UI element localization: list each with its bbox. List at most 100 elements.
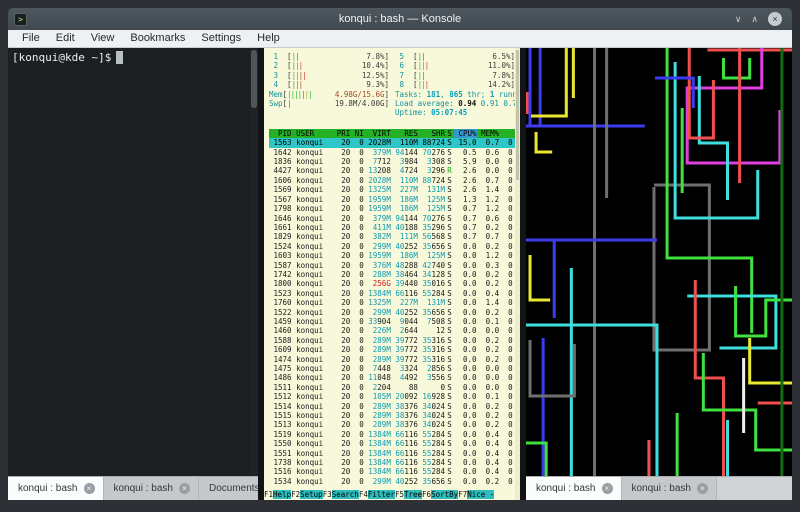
tasks-line: Tasks: 181, 865 thr; 1 runni <box>395 90 515 99</box>
htop-process-table: PIDUSERPRINIVIRTRESSHRSCPU%MEM%1563konqu… <box>269 129 520 486</box>
process-row[interactable]: 1588konqui200289M3977235316S0.00.20 <box>269 336 520 345</box>
window-title: konqui : bash — Konsole <box>8 13 792 25</box>
cpu-meter: 5 [||6.5%] <box>395 52 515 61</box>
split-view: [konqui@kde ~]$ konqui : bash×konqui : b… <box>8 48 792 500</box>
process-row[interactable]: 1523konqui2001384M6611655284S0.00.40 <box>269 289 520 298</box>
process-row[interactable]: 1606konqui2002028M110M88724S2.60.70 <box>269 176 520 185</box>
process-row[interactable]: 1519konqui2001384M6611655284S0.00.40 <box>269 430 520 439</box>
tab-bar-left: konqui : bash × konqui : bash × Documents : … <box>8 476 258 500</box>
cpu-meter: 3 [||||12.5%] <box>269 71 389 80</box>
process-row[interactable]: 1569konqui2001325M227M131MS2.61.40 <box>269 185 520 194</box>
konsole-window: > konqui : bash — Konsole ∨ ∧ × FileEdit… <box>8 8 792 500</box>
fkey-item[interactable]: F4Filter <box>359 490 395 500</box>
maximize-button[interactable]: ∧ <box>751 12 758 26</box>
process-row[interactable]: 1567konqui2001959M186M125MS1.31.20 <box>269 195 520 204</box>
menu-item-edit[interactable]: Edit <box>48 30 83 47</box>
process-row[interactable]: 1798konqui2001959M186M125MS0.71.20 <box>269 204 520 213</box>
pipes-animation <box>526 48 792 476</box>
menu-item-view[interactable]: View <box>83 30 123 47</box>
process-row[interactable]: 4427konqui2001320847243296R2.60.00 <box>269 166 520 175</box>
terminal-left[interactable]: [konqui@kde ~]$ <box>8 48 258 476</box>
tab-label: Documents : bash <box>209 483 258 494</box>
process-row[interactable]: 1551konqui2001384M6611655284S0.00.40 <box>269 449 520 458</box>
tab[interactable]: Documents : bash× <box>199 477 258 500</box>
process-row[interactable]: 1642konqui200379M9414470276S0.50.60 <box>269 148 520 157</box>
scrollbar-thumb[interactable] <box>516 50 519 180</box>
fkey-item[interactable]: F6SortBy <box>422 490 458 500</box>
process-row[interactable]: 1742konqui200288M3846434128S0.00.20 <box>269 270 520 279</box>
htop-function-bar: F1HelpF2SetupF3SearchF4FilterF5TreeF6Sor… <box>264 490 520 500</box>
scrollbar-htop[interactable] <box>515 48 520 500</box>
process-row[interactable]: 1522konqui200299M4025235656S0.00.20 <box>269 308 520 317</box>
swp-meter: Swp[|19.8M/4.00G] <box>269 99 389 108</box>
shell-prompt: [konqui@kde ~]$ <box>12 51 111 64</box>
process-row[interactable]: 1800konqui200256G3944035016S0.00.20 <box>269 279 520 288</box>
tab[interactable]: konqui : bash × <box>104 477 200 500</box>
process-row[interactable]: 1603konqui2001959M186M125MS0.01.20 <box>269 251 520 260</box>
tab-label: konqui : bash <box>114 483 174 494</box>
process-row[interactable]: 1460konqui200226M264412S0.00.00 <box>269 326 520 335</box>
title-bar[interactable]: > konqui : bash — Konsole ∨ ∧ × <box>8 8 792 30</box>
fkey-item[interactable]: F3Search <box>323 490 359 500</box>
terminal-htop[interactable]: 1 [||7.8%]2 [|||10.4%]3 [||||12.5%]4 [||… <box>264 48 520 500</box>
process-row[interactable]: 1836konqui200771239843308S5.90.00 <box>269 157 520 166</box>
process-row[interactable]: 1661konqui200411M4018835296S0.70.20 <box>269 223 520 232</box>
tab-close-icon[interactable]: × <box>179 483 190 494</box>
cpu-meter: 4 [|||9.3%] <box>269 80 389 89</box>
scrollbar-thumb[interactable] <box>251 50 257 108</box>
close-button[interactable]: × <box>768 12 782 26</box>
process-row[interactable]: 1513konqui200289M3837634024S0.00.20 <box>269 420 520 429</box>
tab-close-icon[interactable]: × <box>697 483 708 494</box>
cpu-meter: 6 [|||11.0%] <box>395 61 515 70</box>
menu-item-settings[interactable]: Settings <box>193 30 249 47</box>
cpu-meter: 8 [|||14.2%] <box>395 80 515 89</box>
table-header[interactable]: PIDUSERPRINIVIRTRESSHRSCPU%MEM% <box>269 129 520 138</box>
fkey-item[interactable]: F5Tree <box>395 490 422 500</box>
tab-label: konqui : bash <box>18 483 78 494</box>
menu-bar: FileEditViewBookmarksSettingsHelp <box>8 30 792 48</box>
process-row[interactable]: 1550konqui2001384M6611655284S0.00.40 <box>269 439 520 448</box>
tab[interactable]: konqui : bash × <box>622 477 718 500</box>
terminal-cursor <box>116 51 123 64</box>
tab[interactable]: konqui : bash × <box>526 477 622 500</box>
process-row[interactable]: 1514konqui200289M3837634024S0.00.20 <box>269 402 520 411</box>
menu-item-help[interactable]: Help <box>249 30 288 47</box>
process-row[interactable]: 1760konqui2001325M227M131MS0.01.40 <box>269 298 520 307</box>
tab-label: konqui : bash <box>536 483 596 494</box>
process-row[interactable]: 1738konqui2001384M6611655284S0.00.40 <box>269 458 520 467</box>
process-row[interactable]: 1511konqui2002204880S0.00.00 <box>269 383 520 392</box>
tab[interactable]: konqui : bash × <box>8 477 104 500</box>
terminal-pipes[interactable] <box>526 48 792 476</box>
tab-close-icon[interactable]: × <box>602 483 613 494</box>
process-row[interactable]: 1516konqui2001384M6611655284S0.00.40 <box>269 467 520 476</box>
process-row[interactable]: 1475konqui200744833242856S0.00.00 <box>269 364 520 373</box>
load-average-line: Load average: 0.94 0.91 0.77 <box>395 99 515 108</box>
process-row[interactable]: 1512konqui200105M2009216928S0.00.10 <box>269 392 520 401</box>
menu-item-bookmarks[interactable]: Bookmarks <box>122 30 193 47</box>
fkey-item[interactable]: F7Nice - <box>458 490 494 500</box>
process-row[interactable]: 1534konqui200299M4025235656S0.00.20 <box>269 477 520 486</box>
process-row[interactable]: 1486konqui2001104844923556S0.00.00 <box>269 373 520 382</box>
process-row[interactable]: 1587konqui200376M4828842740S0.00.30 <box>269 261 520 270</box>
process-row[interactable]: 1459konqui2003390490447508S0.00.10 <box>269 317 520 326</box>
tab-label: konqui : bash <box>632 483 692 494</box>
process-row[interactable]: 1474konqui200289M3977235316S0.00.20 <box>269 355 520 364</box>
process-row[interactable]: 1646konqui200379M9414470276S0.70.60 <box>269 214 520 223</box>
process-row[interactable]: 1515konqui200289M3837634024S0.00.20 <box>269 411 520 420</box>
cpu-meter: 2 [|||10.4%] <box>269 61 389 70</box>
minimize-button[interactable]: ∨ <box>735 12 742 26</box>
tab-bar-right: konqui : bash × konqui : bash × <box>526 476 792 500</box>
cpu-meter: 1 [||7.8%] <box>269 52 389 61</box>
fkey-item[interactable]: F2Setup <box>291 490 323 500</box>
process-row[interactable]: 1829konqui200382M111M56568S0.70.70 <box>269 232 520 241</box>
menu-item-file[interactable]: File <box>14 30 48 47</box>
cpu-meter: 7 [||7.8%] <box>395 71 515 80</box>
mem-meter: Mem[|||||||4.98G/15.6G] <box>269 90 389 99</box>
process-row[interactable]: 1563konqui2002028M110M88724S15.00.70 <box>269 138 520 147</box>
scrollbar-left[interactable] <box>250 48 258 476</box>
process-row[interactable]: 1609konqui200289M3977235316S0.00.20 <box>269 345 520 354</box>
tab-close-icon[interactable]: × <box>84 483 95 494</box>
process-row[interactable]: 1524konqui200299M4025235656S0.00.20 <box>269 242 520 251</box>
htop-meters: 1 [||7.8%]2 [|||10.4%]3 [||||12.5%]4 [||… <box>269 52 520 118</box>
fkey-item[interactable]: F1Help <box>264 490 291 500</box>
